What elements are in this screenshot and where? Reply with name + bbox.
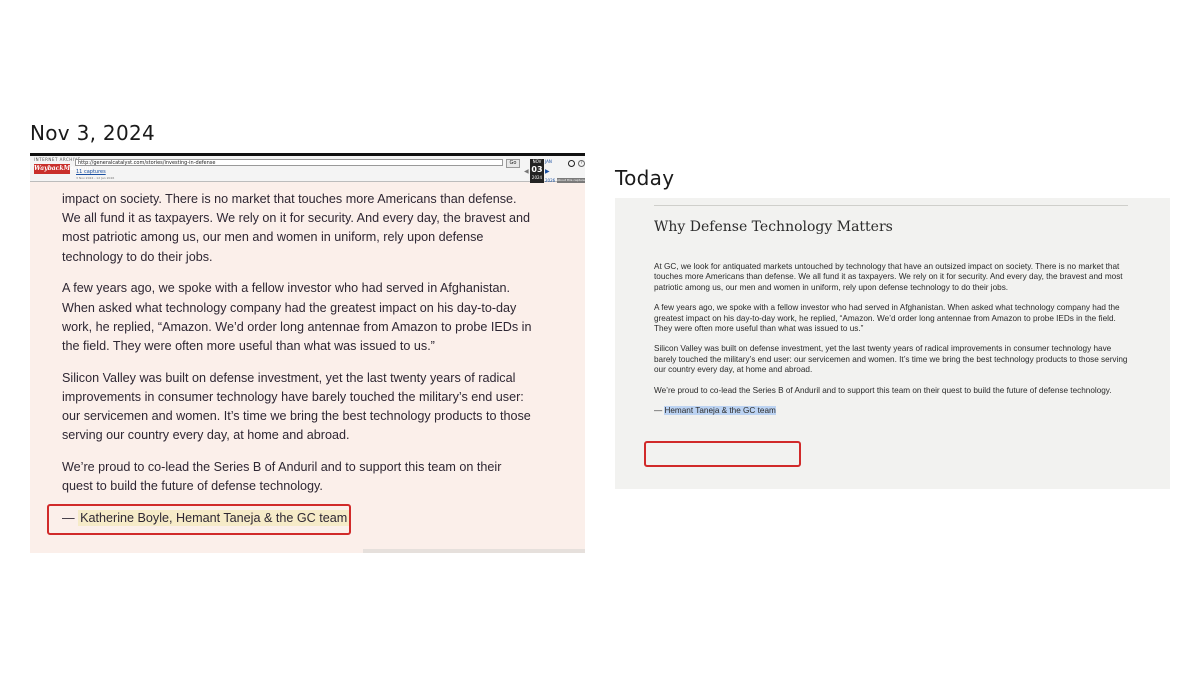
wayback-next-year[interactable]: 2026 <box>545 178 555 183</box>
wayback-logo-caption: INTERNET ARCHIVE <box>34 157 81 162</box>
current-article-body: At GC, we look for antiquated markets un… <box>654 262 1129 426</box>
wayback-next-month[interactable]: JAN <box>545 159 552 164</box>
wayback-toolbar: INTERNET ARCHIVE WaybackMachine http://g… <box>30 153 585 183</box>
current-signature: — Hemant Taneja & the GC team <box>654 406 1129 416</box>
archived-date-label: Nov 3, 2024 <box>30 121 156 145</box>
today-label: Today <box>615 166 675 190</box>
current-paragraph: We’re proud to co-lead the Series B of A… <box>654 385 1112 395</box>
wayback-about-capture-button[interactable]: About this capture <box>557 178 585 183</box>
archived-signature-highlight-box <box>47 504 351 535</box>
archived-screenshot: INTERNET ARCHIVE WaybackMachine http://g… <box>30 153 585 553</box>
current-paragraph: At GC, we look for antiquated markets un… <box>654 262 1123 292</box>
current-signature-dash: — <box>654 406 663 416</box>
wayback-capture-range: 3 Nov 2024 - 12 Jan 2026 <box>76 176 115 180</box>
user-icon[interactable] <box>568 160 575 167</box>
current-signature-names: Hemant Taneja & the GC team <box>664 406 776 416</box>
wayback-next-arrow-icon[interactable]: ▶ <box>545 168 550 175</box>
archived-paragraph: impact on society. There is no market th… <box>62 192 531 264</box>
page-edge-divider <box>363 549 585 553</box>
archived-article-body: impact on society. There is no market th… <box>62 190 532 541</box>
wayback-current-year: 2024 <box>531 175 543 180</box>
current-paragraph: Silicon Valley was built on defense inve… <box>654 344 1128 375</box>
wayback-current-day: 03 <box>531 165 543 174</box>
wayback-current-capture: NOV 03 2024 <box>530 159 544 183</box>
archived-paragraph: We’re proud to co-lead the Series B of A… <box>62 460 502 494</box>
wayback-logo[interactable]: WaybackMachine <box>34 164 93 174</box>
wayback-url-input[interactable]: http://generalcatalyst.com/stories/inves… <box>75 159 503 166</box>
section-divider <box>654 205 1128 206</box>
wayback-prev-arrow-icon[interactable]: ◀ <box>524 168 529 175</box>
current-screenshot: Why Defense Technology Matters At GC, we… <box>615 198 1170 489</box>
wayback-captures-link[interactable]: 11 captures <box>76 169 106 175</box>
current-paragraph: A few years ago, we spoke with a fellow … <box>654 303 1120 334</box>
wayback-go-button[interactable]: Go <box>506 159 520 168</box>
archived-paragraph: A few years ago, we spoke with a fellow … <box>62 281 532 354</box>
help-icon[interactable]: ? <box>578 160 585 167</box>
archived-paragraph: Silicon Valley was built on defense inve… <box>62 370 531 443</box>
article-heading: Why Defense Technology Matters <box>654 219 893 235</box>
current-signature-highlight-box <box>644 441 801 467</box>
